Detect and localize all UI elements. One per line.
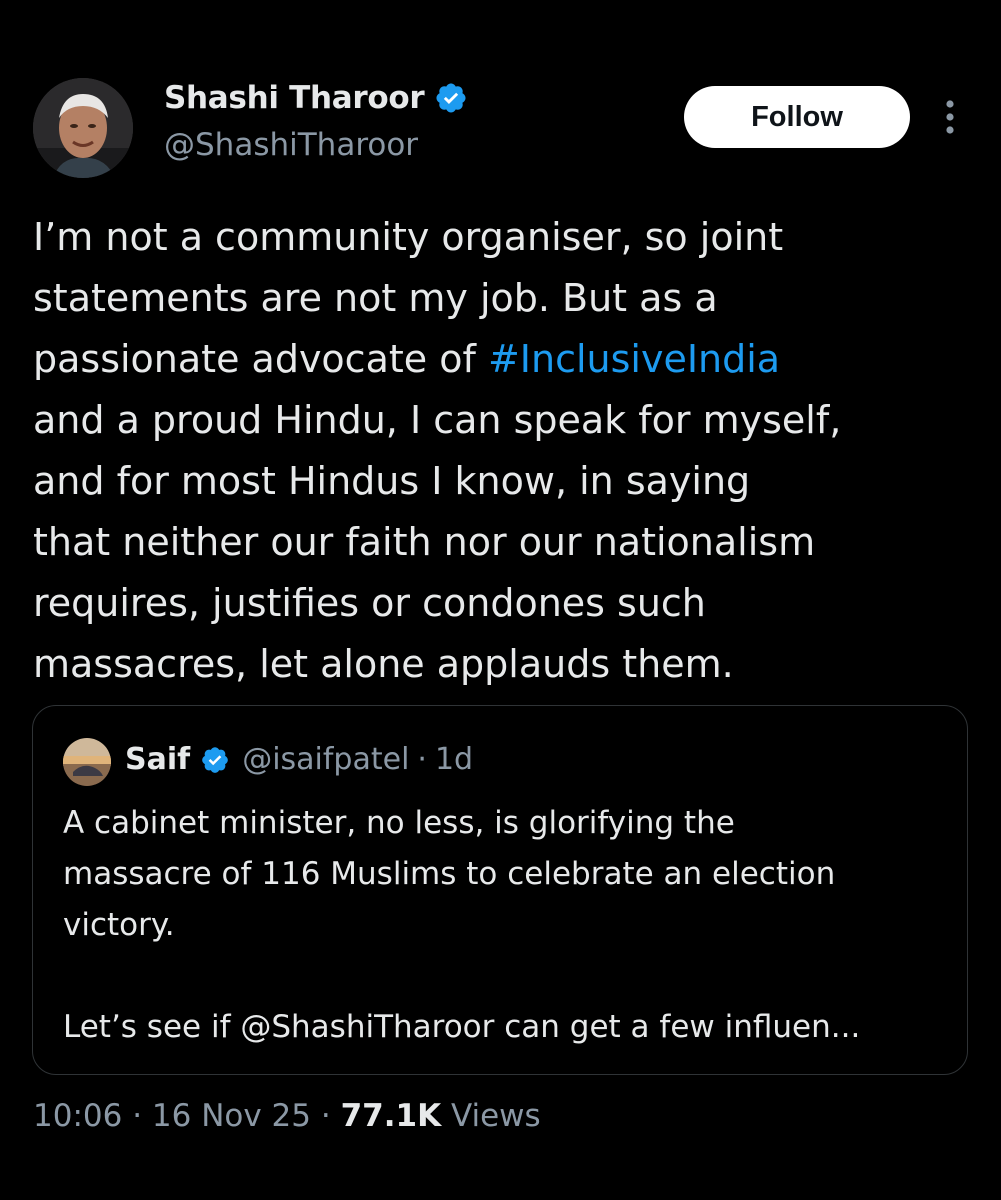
quoted-avatar-photo [63,738,111,786]
author-avatar[interactable] [33,78,133,178]
tweet-text: I’m not a community organiser, so joint … [33,207,968,695]
views-count[interactable]: 77.1K [341,1098,442,1134]
quoted-tweet-card[interactable]: Saif @isaifpatel · 1d A cabinet minister… [32,705,968,1075]
author-handle[interactable]: @ShashiTharoor [164,127,418,163]
tweet-line: statements are not my job. But as a [33,276,718,320]
tweet-meta: 10:06 · 16 Nov 25 · 77.1K Views [33,1098,541,1134]
quoted-header: Saif @isaifpatel · 1d [125,742,473,777]
quoted-line: A cabinet minister, no less, is glorifyi… [63,805,735,841]
tweet-line: passionate advocate of #InclusiveIndia [33,329,968,390]
quoted-line: Let’s see if @ShashiTharoor can get a fe… [63,1009,861,1045]
tweet-line: I’m not a community organiser, so joint [33,215,784,259]
tweet-line: requires, justifies or condones such [33,581,706,625]
avatar-photo [33,78,133,178]
meta-separator: · [311,1098,341,1134]
quoted-line: massacre of 116 Muslims to celebrate an … [63,856,836,892]
tweet-line: massacres, let alone applauds them. [33,642,734,686]
follow-button[interactable]: Follow [684,86,910,148]
quoted-blank-line [63,951,943,1002]
more-vertical-icon[interactable] [935,98,965,138]
tweet-line-text: passionate advocate of [33,337,488,381]
tweet-line: and for most Hindus I know, in saying [33,459,751,503]
quoted-timestamp[interactable]: 1d [435,742,473,777]
views-label: Views [441,1098,541,1134]
verified-badge-icon [436,83,466,113]
author-name[interactable]: Shashi Tharoor [164,80,425,116]
author-name-row[interactable]: Shashi Tharoor [164,80,468,116]
tweet-date[interactable]: 16 Nov 25 [152,1098,311,1134]
tweet-line: and a proud Hindu, I can speak for mysel… [33,398,842,442]
tweet-time[interactable]: 10:06 [33,1098,122,1134]
meta-separator: · [122,1098,152,1134]
hashtag-link[interactable]: #InclusiveIndia [488,337,780,381]
quoted-separator: · [417,742,427,777]
verified-badge-icon [202,746,228,773]
quoted-tweet-text: A cabinet minister, no less, is glorifyi… [63,798,943,1053]
quoted-author-handle[interactable]: @isaifpatel [242,742,409,777]
tweet-line: that neither our faith nor our nationali… [33,520,816,564]
quoted-line: victory. [63,907,175,943]
quoted-author-name[interactable]: Saif [125,742,190,777]
quoted-author-avatar[interactable] [63,738,111,786]
